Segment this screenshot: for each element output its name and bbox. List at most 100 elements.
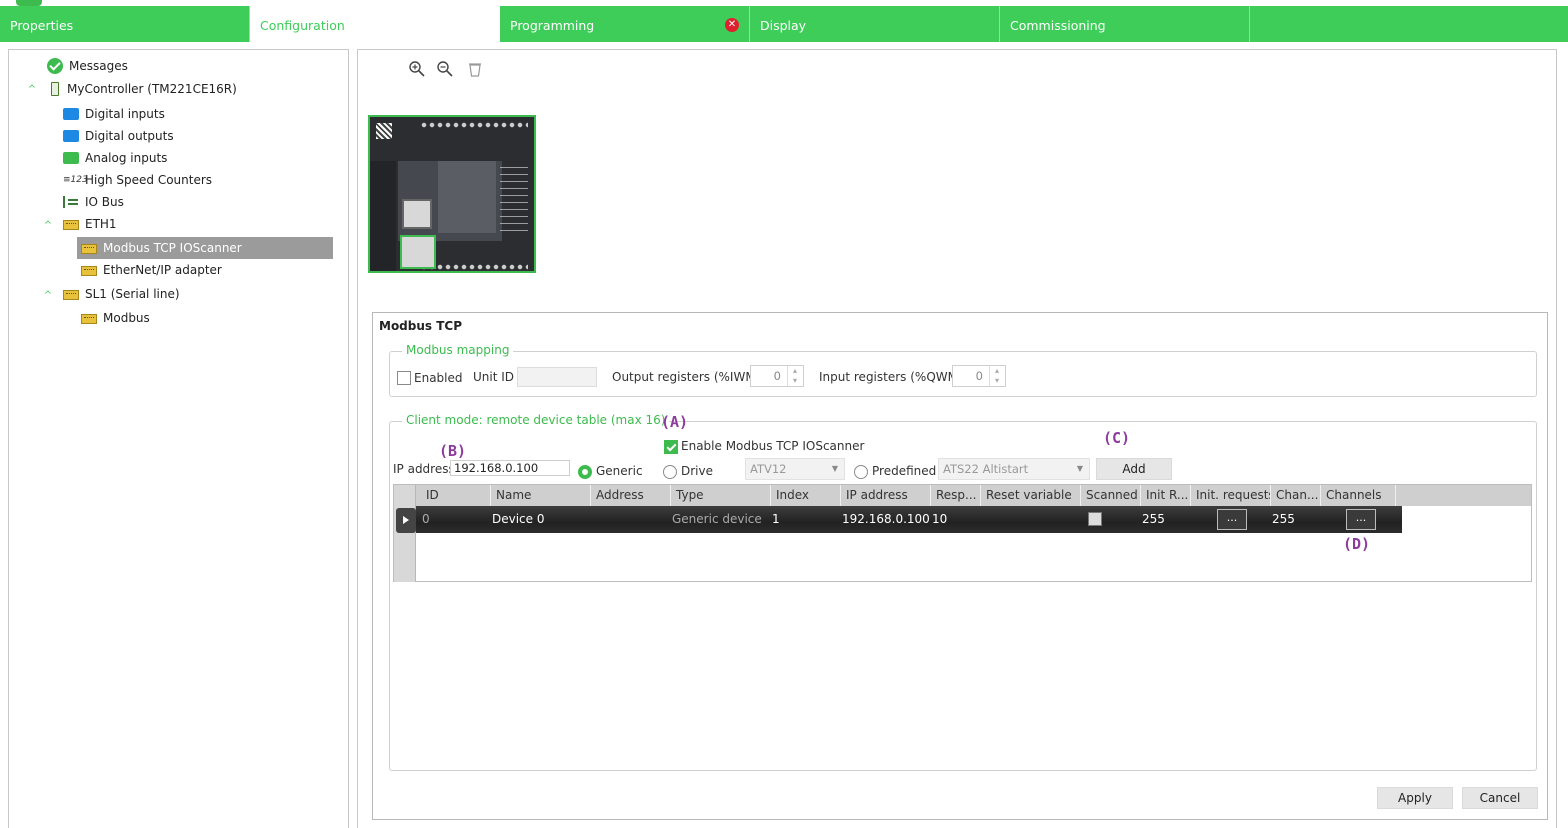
scanned-checkbox[interactable]	[1088, 512, 1102, 526]
tab-configuration[interactable]: Configuration	[250, 6, 500, 42]
cell-index: 1	[772, 512, 780, 526]
controller-icon	[51, 82, 59, 96]
col-id[interactable]: ID	[421, 485, 491, 506]
enable-ioscanner-checkbox[interactable]	[664, 440, 678, 454]
add-button[interactable]: Add	[1096, 458, 1172, 480]
group-title: Modbus mapping	[402, 343, 514, 357]
trash-icon[interactable]	[466, 60, 484, 78]
hardware-tree: Messages ^ MyController (TM221CE16R) Dig…	[8, 49, 349, 828]
tree-item-controller[interactable]: MyController (TM221CE16R)	[47, 78, 237, 100]
table-row[interactable]: 0 Device 0 Generic device 1 192.168.0.10…	[416, 506, 1402, 533]
tree-item-label: IO Bus	[85, 195, 124, 209]
digital-output-icon	[63, 130, 79, 142]
controller-label	[500, 167, 528, 231]
cell-chan: 255	[1272, 512, 1295, 526]
tab-commissioning[interactable]: Commissioning	[1000, 6, 1250, 42]
controller-screen	[438, 161, 496, 233]
generic-label: Generic	[596, 464, 643, 478]
cancel-button[interactable]: Cancel	[1462, 787, 1538, 809]
digital-input-icon	[63, 108, 79, 120]
tree-item-high-speed-counters[interactable]: ≡123 High Speed Counters	[63, 169, 212, 191]
tab-display[interactable]: Display	[750, 6, 1000, 42]
ethernet-icon	[63, 220, 79, 230]
col-reset-variable[interactable]: Reset variable	[981, 485, 1081, 506]
apply-button[interactable]: Apply	[1377, 787, 1453, 809]
controller-image[interactable]	[368, 115, 536, 273]
drive-select[interactable]: ATV12	[745, 458, 845, 480]
tree-item-analog-inputs[interactable]: Analog inputs	[63, 147, 167, 169]
tree-item-messages[interactable]: Messages	[47, 55, 128, 77]
serial-port-icon	[402, 199, 432, 229]
annotation-b: (B)	[439, 442, 467, 460]
check-icon	[47, 58, 63, 74]
terminal-block-top	[420, 121, 528, 129]
col-chan[interactable]: Chan...	[1271, 485, 1321, 506]
zoom-out-icon[interactable]	[436, 60, 454, 78]
output-registers-stepper[interactable]: 0	[750, 365, 804, 387]
col-response[interactable]: Resp...	[931, 485, 981, 506]
unit-id-field[interactable]	[517, 367, 597, 387]
tab-empty	[1250, 6, 1500, 42]
drive-radio[interactable]	[663, 465, 677, 479]
col-init-requests[interactable]: Init. requests	[1191, 485, 1271, 506]
group-title: Client mode: remote device table (max 16…	[402, 413, 670, 427]
enable-ioscanner-label: Enable Modbus TCP IOScanner	[681, 439, 865, 453]
col-channels[interactable]: Channels	[1321, 485, 1396, 506]
ip-address-label: IP address	[393, 462, 455, 476]
io-bus-icon	[63, 196, 79, 208]
tree-item-label: Digital inputs	[85, 107, 165, 121]
tab-programming[interactable]: Programming ✕	[500, 6, 750, 42]
col-name[interactable]: Name	[491, 485, 591, 506]
tree-item-ethernet-ip-adapter[interactable]: EtherNet/IP adapter	[81, 259, 222, 281]
table-header: ID Name Address Type Index IP address Re…	[416, 485, 1531, 506]
annotation-d: (D)	[1343, 535, 1371, 553]
input-registers-label: Input registers (%QWM)	[819, 370, 963, 384]
col-scanned[interactable]: Scanned	[1081, 485, 1141, 506]
col-init-r[interactable]: Init R...	[1141, 485, 1191, 506]
ip-address-input[interactable]	[450, 460, 570, 476]
cell-ip-address[interactable]: 192.168.0.100	[838, 506, 930, 533]
serial-line-icon	[63, 290, 79, 300]
drive-label: Drive	[681, 464, 713, 478]
controller-side	[370, 161, 396, 271]
annotation-c: (C)	[1103, 429, 1131, 447]
collapse-caret-icon[interactable]: ^	[43, 220, 53, 231]
tree-item-digital-outputs[interactable]: Digital outputs	[63, 125, 174, 147]
col-type[interactable]: Type	[671, 485, 771, 506]
init-requests-button[interactable]: ...	[1217, 509, 1247, 530]
cell-address[interactable]	[588, 506, 592, 533]
col-address[interactable]: Address	[591, 485, 671, 506]
row-selector-arrow-icon[interactable]	[396, 508, 416, 533]
predefined-select[interactable]: ATS22 Altistart	[938, 458, 1090, 480]
enabled-label: Enabled	[414, 371, 463, 385]
ethernet-port-icon	[400, 235, 436, 269]
cell-reset-variable[interactable]	[978, 506, 982, 533]
col-index[interactable]: Index	[771, 485, 841, 506]
tab-programming-label: Programming	[510, 18, 595, 33]
annotation-a: (A)	[661, 413, 689, 431]
mapping-enabled-checkbox[interactable]	[397, 371, 411, 385]
tree-item-label: Messages	[69, 59, 128, 73]
tree-item-eth1[interactable]: ETH1	[63, 213, 117, 235]
main-nav: Properties Configuration Programming ✕ D…	[0, 6, 1568, 42]
tree-item-sl1[interactable]: SL1 (Serial line)	[63, 283, 180, 305]
tree-item-label: SL1 (Serial line)	[85, 287, 180, 301]
collapse-caret-icon[interactable]: ^	[27, 84, 37, 95]
predefined-label: Predefined	[872, 464, 937, 478]
tree-item-io-bus[interactable]: IO Bus	[63, 191, 124, 213]
tree-item-digital-inputs[interactable]: Digital inputs	[63, 103, 165, 125]
tree-item-modbus[interactable]: Modbus	[81, 307, 150, 329]
tree-item-modbus-tcp-ioscanner[interactable]: Modbus TCP IOScanner	[77, 237, 333, 259]
channels-button[interactable]: ...	[1346, 509, 1376, 530]
input-registers-stepper[interactable]: 0	[952, 365, 1006, 387]
unit-id-label: Unit ID	[473, 370, 515, 384]
tree-item-label: Digital outputs	[85, 129, 174, 143]
col-ip-address[interactable]: IP address	[841, 485, 931, 506]
cell-response[interactable]: 10	[928, 506, 947, 533]
collapse-caret-icon[interactable]: ^	[43, 290, 53, 301]
tab-properties[interactable]: Properties	[0, 6, 250, 42]
cell-name[interactable]: Device 0	[488, 506, 545, 533]
predefined-radio[interactable]	[854, 465, 868, 479]
generic-radio[interactable]	[578, 465, 592, 479]
zoom-in-icon[interactable]	[408, 60, 426, 78]
